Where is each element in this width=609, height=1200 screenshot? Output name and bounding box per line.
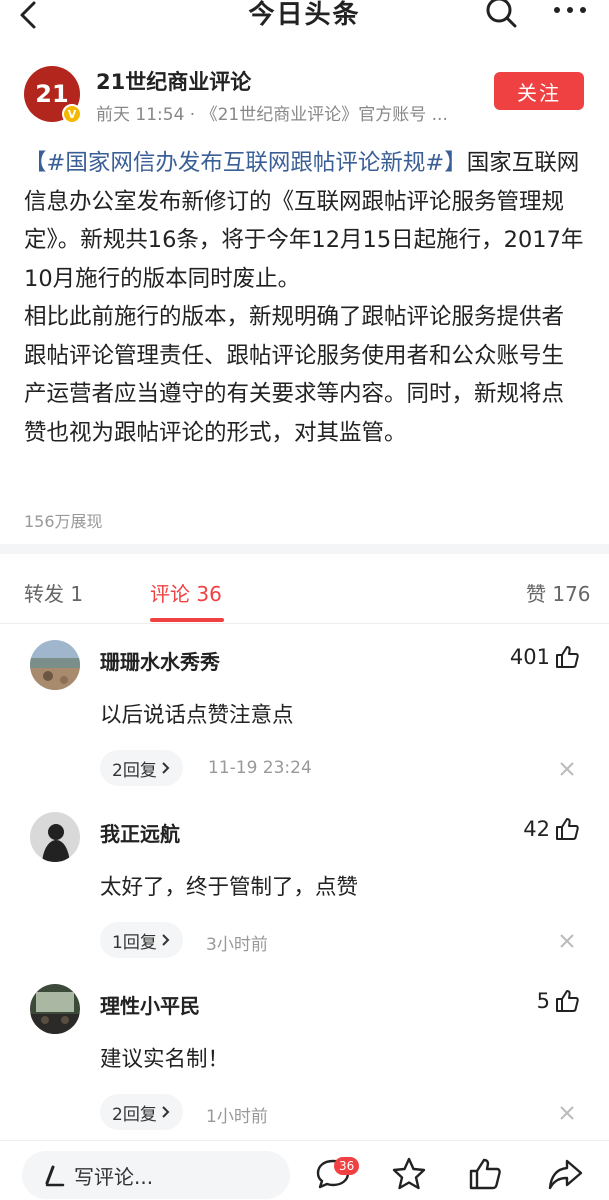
chevron-right-icon bbox=[162, 1106, 170, 1118]
search-icon[interactable] bbox=[484, 0, 518, 30]
comment-like-button[interactable]: 42 bbox=[480, 816, 580, 842]
chevron-right-icon bbox=[162, 762, 170, 774]
pen-icon bbox=[45, 1165, 65, 1187]
comment-like-count: 5 bbox=[536, 989, 550, 1013]
comment-item: 我正远航 42 太好了，终于管制了，点赞 1回复 3小时前 bbox=[0, 796, 609, 968]
commenter-avatar[interactable] bbox=[30, 984, 80, 1034]
tab-comments[interactable]: 评论 36 bbox=[150, 578, 222, 607]
comment-reply-count: 2回复 bbox=[112, 1104, 157, 1125]
post-meta: 前天 11:54 · 《21世纪商业评论》官方账号 ... bbox=[96, 105, 448, 125]
author-name[interactable]: 21世纪商业评论 bbox=[96, 66, 251, 96]
close-icon[interactable] bbox=[556, 1102, 578, 1124]
post-paragraph-2: 相比此前施行的版本，新规明确了跟帖评论服务提供者跟帖评论管理责任、跟帖评论服务使… bbox=[24, 304, 565, 446]
post-body: 【#国家网信办发布互联网跟帖评论新规#】国家互联网信息办公室发布新修订的《互联网… bbox=[24, 144, 584, 452]
comment-reply-button[interactable]: 2回复 bbox=[100, 750, 183, 786]
author-logo-text: 21 bbox=[35, 80, 69, 108]
comment-text: 建议实名制！ bbox=[100, 1047, 230, 1072]
thumbs-up-icon bbox=[556, 990, 579, 1012]
thumbs-up-icon bbox=[556, 818, 579, 840]
share-icon[interactable] bbox=[546, 1155, 584, 1193]
tab-likes[interactable]: 赞 176 bbox=[526, 578, 591, 607]
comment-time: 11-19 23:24 bbox=[208, 758, 312, 778]
commenter-name[interactable]: 珊珊水水秀秀 bbox=[100, 646, 220, 675]
comment-like-button[interactable]: 5 bbox=[480, 988, 580, 1014]
write-comment-placeholder: 写评论... bbox=[74, 1164, 154, 1189]
comment-reply-button[interactable]: 1回复 bbox=[100, 922, 183, 958]
more-options-icon[interactable] bbox=[552, 2, 588, 22]
comment-reply-count: 1回复 bbox=[112, 932, 157, 953]
bottom-action-bar: 写评论... 36 bbox=[0, 1140, 609, 1200]
top-bar: 今日头条 bbox=[0, 0, 609, 44]
comment-reply-count: 2回复 bbox=[112, 760, 157, 781]
author-avatar[interactable]: 21 V bbox=[24, 66, 82, 124]
comment-reply-button[interactable]: 2回复 bbox=[100, 1094, 183, 1130]
verified-badge-icon: V bbox=[62, 104, 82, 124]
commenter-name[interactable]: 我正远航 bbox=[100, 818, 180, 847]
comment-time: 3小时前 bbox=[206, 935, 268, 955]
close-icon[interactable] bbox=[556, 758, 578, 780]
comment-text: 以后说话点赞注意点 bbox=[100, 703, 294, 728]
commenter-name[interactable]: 理性小平民 bbox=[100, 990, 200, 1019]
close-icon[interactable] bbox=[556, 930, 578, 952]
chevron-right-icon bbox=[162, 934, 170, 946]
comment-like-button[interactable]: 401 bbox=[480, 644, 580, 670]
active-tab-indicator bbox=[150, 618, 224, 622]
hashtag-link[interactable]: 【#国家网信办发布互联网跟帖评论新规#】 bbox=[24, 150, 467, 176]
comment-like-count: 401 bbox=[509, 645, 550, 669]
comment-item: 理性小平民 5 建议实名制！ 2回复 1小时前 bbox=[0, 968, 609, 1140]
section-divider bbox=[0, 544, 609, 554]
write-comment-input[interactable]: 写评论... bbox=[22, 1151, 290, 1199]
comment-time: 1小时前 bbox=[206, 1107, 268, 1127]
tab-repost[interactable]: 转发 1 bbox=[24, 578, 83, 607]
author-header: 21 V 21世纪商业评论 前天 11:54 · 《21世纪商业评论》官方账号 … bbox=[0, 60, 609, 130]
thumbs-up-icon bbox=[556, 646, 579, 668]
commenter-avatar[interactable] bbox=[30, 812, 80, 862]
comment-like-count: 42 bbox=[523, 817, 550, 841]
comment-text: 太好了，终于管制了，点赞 bbox=[100, 875, 359, 900]
comment-item: 珊珊水水秀秀 401 以后说话点赞注意点 2回复 11-19 23:24 bbox=[0, 624, 609, 796]
commenter-avatar[interactable] bbox=[30, 640, 80, 690]
interaction-tabs: 转发 1 评论 36 赞 176 bbox=[0, 556, 609, 624]
comment-count-badge: 36 bbox=[334, 1157, 360, 1175]
like-icon[interactable] bbox=[466, 1155, 504, 1193]
post-paragraph-1: 【#国家网信办发布互联网跟帖评论新规#】国家互联网信息办公室发布新修订的《互联网… bbox=[24, 144, 584, 298]
follow-button[interactable]: 关注 bbox=[494, 72, 584, 110]
star-icon[interactable] bbox=[390, 1155, 428, 1193]
view-count: 156万展现 bbox=[24, 512, 103, 531]
